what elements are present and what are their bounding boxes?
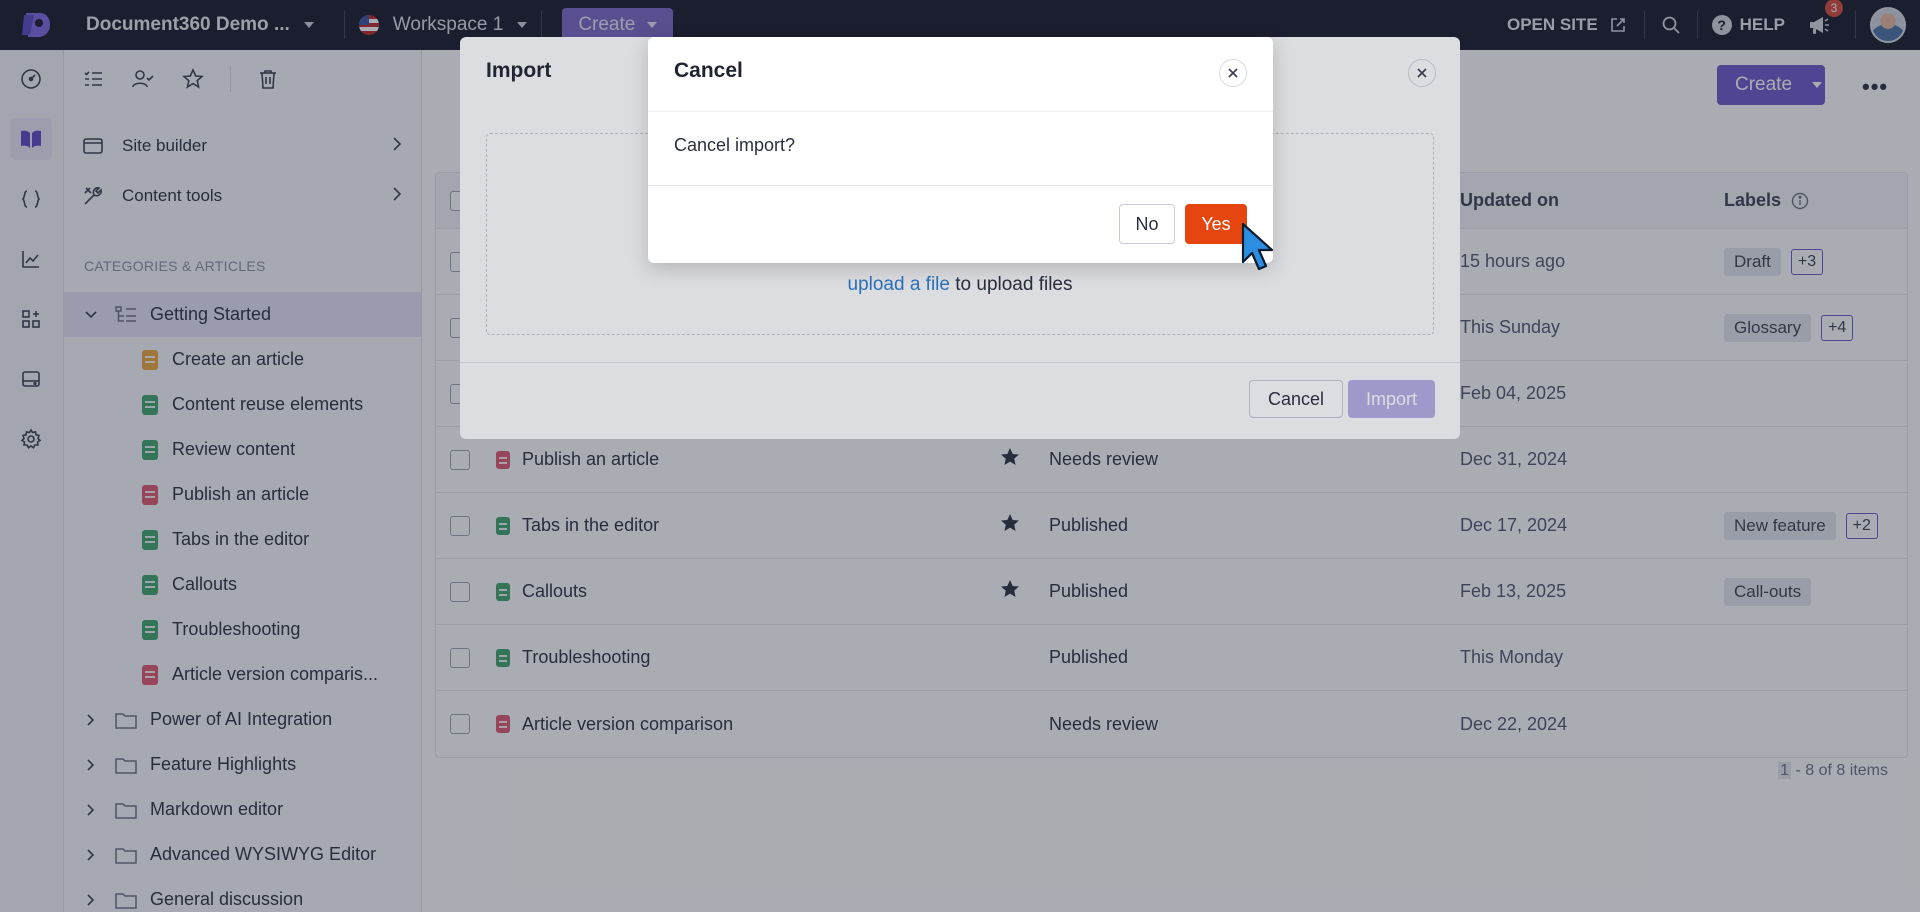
- divider: [648, 111, 1273, 112]
- divider: [648, 185, 1273, 186]
- no-button[interactable]: No: [1119, 204, 1175, 244]
- mouse-pointer-icon: [1240, 222, 1276, 279]
- confirm-message: Cancel import?: [674, 135, 796, 155]
- close-icon[interactable]: [1219, 59, 1247, 87]
- cancel-confirm-dialog: Cancel Cancel import? No Yes: [648, 37, 1273, 263]
- confirm-dialog-title: Cancel: [674, 59, 743, 82]
- yes-button[interactable]: Yes: [1185, 204, 1247, 244]
